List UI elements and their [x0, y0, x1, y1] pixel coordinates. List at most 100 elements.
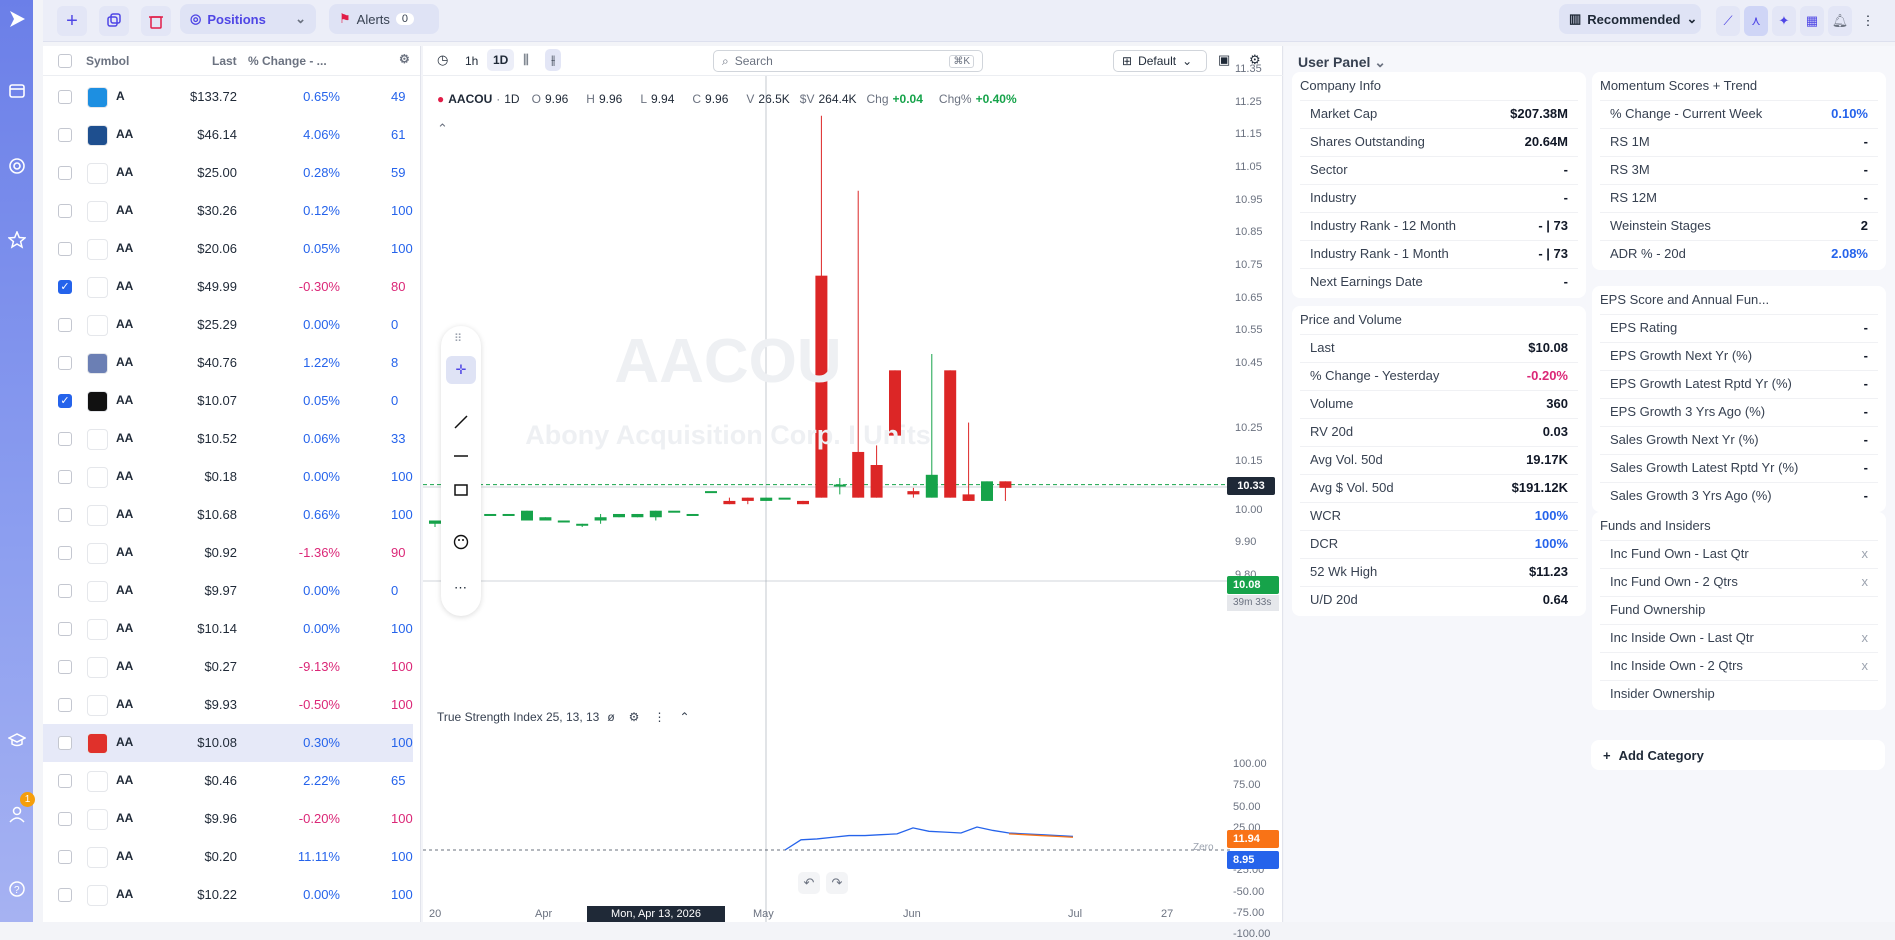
radar-icon[interactable] — [6, 155, 27, 176]
watchlist-row[interactable]: AA $9.93 -0.50% 100 — [43, 686, 413, 724]
row-checkbox[interactable] — [58, 546, 72, 560]
bell-button[interactable]: 🔔︎ — [1828, 6, 1852, 36]
last-header[interactable]: Last — [212, 54, 237, 68]
hide-indicator-icon[interactable]: ø — [607, 710, 614, 724]
fork-button[interactable]: ⋏ — [1744, 6, 1768, 36]
settings-gear-icon[interactable]: ⚙ — [399, 52, 410, 66]
row-checkbox[interactable] — [58, 812, 72, 826]
card-title[interactable]: Momentum Scores + Trend — [1600, 78, 1757, 93]
recommended-dropdown[interactable]: ▥ Recommended ⌄ — [1559, 4, 1701, 34]
row-checkbox[interactable] — [58, 242, 72, 256]
collapse-legend-icon[interactable]: ⌃ — [437, 121, 448, 137]
watchlist-row[interactable]: AA $30.26 0.12% 100 — [43, 192, 413, 230]
data-row[interactable]: Insider Ownership — [1600, 680, 1878, 706]
data-row[interactable]: EPS Growth Next Yr (%) - — [1600, 342, 1878, 368]
data-row[interactable]: Shares Outstanding 20.64M — [1300, 128, 1578, 154]
indicator-collapse-icon[interactable]: ⌃ — [679, 710, 689, 724]
trendline-tool-icon[interactable] — [453, 414, 469, 433]
graduation-icon[interactable] — [6, 729, 27, 750]
app-logo-icon[interactable] — [6, 8, 27, 29]
select-all-checkbox[interactable] — [58, 54, 72, 68]
price-chart[interactable] — [423, 46, 1283, 922]
more-tools-icon[interactable]: ⋯ — [454, 580, 467, 596]
watchlist-row[interactable]: AA $20.06 0.05% 100 — [43, 230, 413, 268]
watchlist-row[interactable]: AA $25.00 0.28% 59 — [43, 154, 413, 192]
watchlist-row[interactable]: AA $10.68 0.66% 100 — [43, 496, 413, 534]
watchlist-row[interactable]: AA $10.08 0.30% 100 — [43, 724, 413, 762]
star-icon[interactable] — [6, 229, 27, 250]
watchlist-row[interactable]: ✓ AA $10.07 0.05% 0 — [43, 382, 413, 420]
watchlist-row[interactable]: AA $10.22 0.00% 100 — [43, 876, 413, 914]
data-row[interactable]: Volume 360 — [1300, 390, 1578, 416]
row-checkbox[interactable] — [58, 850, 72, 864]
drag-handle-icon[interactable]: ⠿ — [454, 332, 462, 345]
watchlist-row[interactable]: A $133.72 0.65% 49 — [43, 78, 413, 116]
data-row[interactable]: Inc Fund Own - Last Qtr x — [1600, 540, 1878, 566]
ai-button[interactable]: ✦ — [1772, 6, 1796, 36]
watchlist-row[interactable]: AA $10.14 0.00% 100 — [43, 610, 413, 648]
data-row[interactable]: U/D 20d 0.64 — [1300, 586, 1578, 612]
row-checkbox[interactable] — [58, 736, 72, 750]
data-row[interactable]: Sales Growth 3 Yrs Ago (%) - — [1600, 482, 1878, 508]
data-row[interactable]: % Change - Current Week 0.10% — [1600, 100, 1878, 126]
line-chart-button[interactable]: ⟋ — [1716, 6, 1740, 36]
data-row[interactable]: Fund Ownership — [1600, 596, 1878, 622]
row-checkbox[interactable] — [58, 660, 72, 674]
positions-dropdown[interactable]: ◎ Positions ⌄ — [180, 4, 316, 34]
row-checkbox[interactable] — [58, 774, 72, 788]
alerts-button[interactable]: ⚑ Alerts 0 — [329, 4, 439, 34]
data-row[interactable]: Inc Inside Own - 2 Qtrs x — [1600, 652, 1878, 678]
watchlist-row[interactable]: ✓ AA $49.99 -0.30% 80 — [43, 268, 413, 306]
palette-icon[interactable] — [453, 534, 469, 553]
delete-button[interactable] — [141, 6, 171, 36]
data-row[interactable]: EPS Growth Latest Rptd Yr (%) - — [1600, 370, 1878, 396]
watchlist-row[interactable]: AA $9.97 0.00% 0 — [43, 572, 413, 610]
watchlist-row[interactable]: AA $0.46 2.22% 65 — [43, 762, 413, 800]
watchlist-row[interactable]: AA $0.20 11.11% 100 — [43, 838, 413, 876]
undo-icon[interactable]: ↶ — [798, 872, 820, 894]
data-row[interactable]: % Change - Yesterday -0.20% — [1300, 362, 1578, 388]
data-row[interactable]: Market Cap $207.38M — [1300, 100, 1578, 126]
layout-icon[interactable] — [6, 80, 27, 101]
row-checkbox[interactable] — [58, 888, 72, 902]
data-row[interactable]: RS 12M - — [1600, 184, 1878, 210]
row-checkbox[interactable]: ✓ — [58, 280, 72, 294]
add-button[interactable]: + — [57, 6, 87, 36]
user-panel-title[interactable]: User Panel ⌄ — [1298, 54, 1386, 71]
data-row[interactable]: Sales Growth Next Yr (%) - — [1600, 426, 1878, 452]
row-checkbox[interactable] — [58, 90, 72, 104]
watchlist-row[interactable]: AA $10.52 0.06% 33 — [43, 420, 413, 458]
row-checkbox[interactable] — [58, 318, 72, 332]
row-checkbox[interactable] — [58, 584, 72, 598]
watchlist-row[interactable]: AA $40.76 1.22% 8 — [43, 344, 413, 382]
watchlist-row[interactable]: AA $0.18 0.00% 100 — [43, 458, 413, 496]
card-title[interactable]: Funds and Insiders — [1600, 518, 1711, 533]
data-row[interactable]: ADR % - 20d 2.08% — [1600, 240, 1878, 266]
row-checkbox[interactable] — [58, 204, 72, 218]
crosshair-tool-icon[interactable]: ✛ — [446, 356, 476, 384]
data-row[interactable]: Inc Inside Own - Last Qtr x — [1600, 624, 1878, 650]
data-row[interactable]: Sales Growth Latest Rptd Yr (%) - — [1600, 454, 1878, 480]
data-row[interactable]: Inc Fund Own - 2 Qtrs x — [1600, 568, 1878, 594]
indicator-settings-icon[interactable]: ⚙ — [629, 710, 640, 724]
help-icon[interactable]: ? — [6, 878, 27, 899]
row-checkbox[interactable] — [58, 622, 72, 636]
data-row[interactable]: Next Earnings Date - — [1300, 268, 1578, 294]
card-title[interactable]: Price and Volume — [1300, 312, 1402, 327]
add-category-button[interactable]: + Add Category — [1591, 740, 1885, 770]
data-row[interactable]: Avg Vol. 50d 19.17K — [1300, 446, 1578, 472]
data-row[interactable]: RS 3M - — [1600, 156, 1878, 182]
data-row[interactable]: Industry Rank - 1 Month - | 73 — [1300, 240, 1578, 266]
data-row[interactable]: RV 20d 0.03 — [1300, 418, 1578, 444]
data-row[interactable]: EPS Growth 3 Yrs Ago (%) - — [1600, 398, 1878, 424]
more-button[interactable]: ⋮ — [1856, 6, 1880, 36]
row-checkbox[interactable]: ✓ — [58, 394, 72, 408]
card-title[interactable]: Company Info — [1300, 78, 1381, 93]
watchlist-row[interactable]: AA $25.29 0.00% 0 — [43, 306, 413, 344]
data-row[interactable]: DCR 100% — [1300, 530, 1578, 556]
grid-button[interactable]: ▦ — [1800, 6, 1824, 36]
data-row[interactable]: Industry - — [1300, 184, 1578, 210]
indicator-name[interactable]: True Strength Index 25, 13, 13 — [437, 710, 599, 724]
redo-icon[interactable]: ↷ — [826, 872, 848, 894]
copy-button[interactable] — [99, 6, 129, 36]
